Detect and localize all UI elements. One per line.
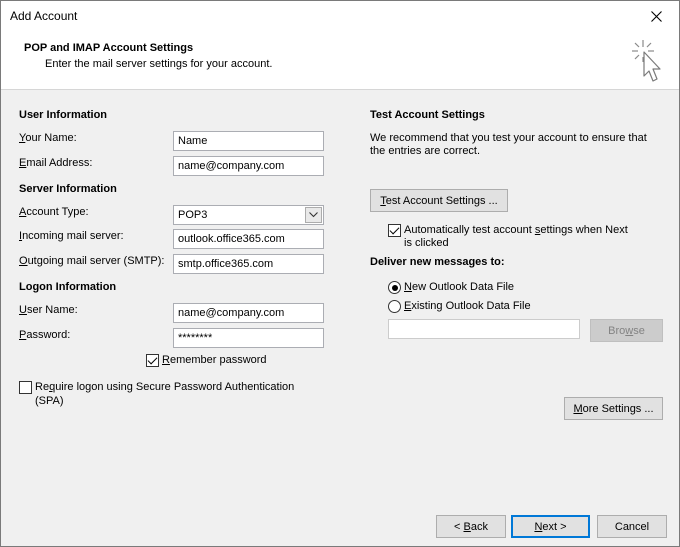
password-label: Password: [19, 329, 71, 341]
existing-data-file-label: Existing Outlook Data File [404, 300, 531, 312]
auto-test-checkbox[interactable] [388, 224, 401, 237]
test-description-line2: the entries are correct. [370, 145, 481, 157]
auto-test-label-line1: Automatically test account settings when… [404, 224, 628, 236]
server-information-heading: Server Information [19, 183, 117, 195]
more-settings-button[interactable]: More Settings ... [564, 397, 663, 420]
dropdown-button[interactable] [305, 207, 322, 223]
cancel-button[interactable]: Cancel [597, 515, 667, 538]
spa-checkbox[interactable] [19, 381, 32, 394]
next-button[interactable]: Next > [511, 515, 590, 538]
incoming-server-label: Incoming mail server: [19, 230, 124, 242]
test-description-line1: We recommend that you test your account … [370, 132, 647, 144]
incoming-server-field[interactable]: outlook.office365.com [173, 229, 324, 249]
account-type-label: Account Type: [19, 206, 89, 218]
account-type-value: POP3 [178, 209, 208, 221]
add-account-dialog: Add Account POP and IMAP Account Setting… [0, 0, 680, 547]
remember-password-label: Remember password [162, 354, 267, 366]
wizard-header: POP and IMAP Account Settings Enter the … [1, 32, 679, 90]
window-title: Add Account [10, 9, 78, 23]
browse-button[interactable]: Browse [590, 319, 663, 342]
spa-label-line1: Require logon using Secure Password Auth… [35, 381, 295, 393]
cursor-sparkle-icon [632, 40, 661, 82]
password-field[interactable]: ******** [173, 328, 324, 348]
user-name-label: User Name: [19, 304, 78, 316]
your-name-label: Your Name: [19, 132, 77, 144]
close-button[interactable] [633, 1, 679, 32]
page-title: POP and IMAP Account Settings [24, 42, 194, 54]
auto-test-label-line2: is clicked [404, 237, 449, 249]
new-data-file-label: New Outlook Data File [404, 281, 515, 293]
chevron-down-icon [309, 212, 318, 218]
back-button[interactable]: < Back [436, 515, 506, 538]
page-subtitle: Enter the mail server settings for your … [45, 58, 273, 70]
deliver-messages-heading: Deliver new messages to: [370, 256, 505, 268]
email-address-label: Email Address: [19, 157, 93, 169]
remember-password-checkbox[interactable] [146, 354, 159, 367]
spa-label-line2: (SPA) [35, 395, 64, 407]
email-address-field[interactable]: name@company.com [173, 156, 324, 176]
outgoing-server-field[interactable]: smtp.office365.com [173, 254, 324, 274]
your-name-field[interactable]: Name [173, 131, 324, 151]
title-bar: Add Account [1, 1, 679, 32]
user-name-field[interactable]: name@company.com [173, 303, 324, 323]
close-icon [650, 11, 662, 22]
new-data-file-radio[interactable] [388, 281, 401, 294]
outgoing-server-label: Outgoing mail server (SMTP): [19, 255, 165, 267]
existing-data-file-path[interactable] [388, 319, 580, 339]
your-name-label-text: our Name: [25, 132, 77, 144]
existing-data-file-radio[interactable] [388, 300, 401, 313]
test-account-settings-heading: Test Account Settings [370, 109, 485, 121]
test-account-settings-button[interactable]: Test Account Settings ... [370, 189, 508, 212]
user-information-heading: User Information [19, 109, 108, 121]
logon-information-heading: Logon Information [19, 281, 117, 293]
account-type-select[interactable]: POP3 [173, 205, 324, 225]
